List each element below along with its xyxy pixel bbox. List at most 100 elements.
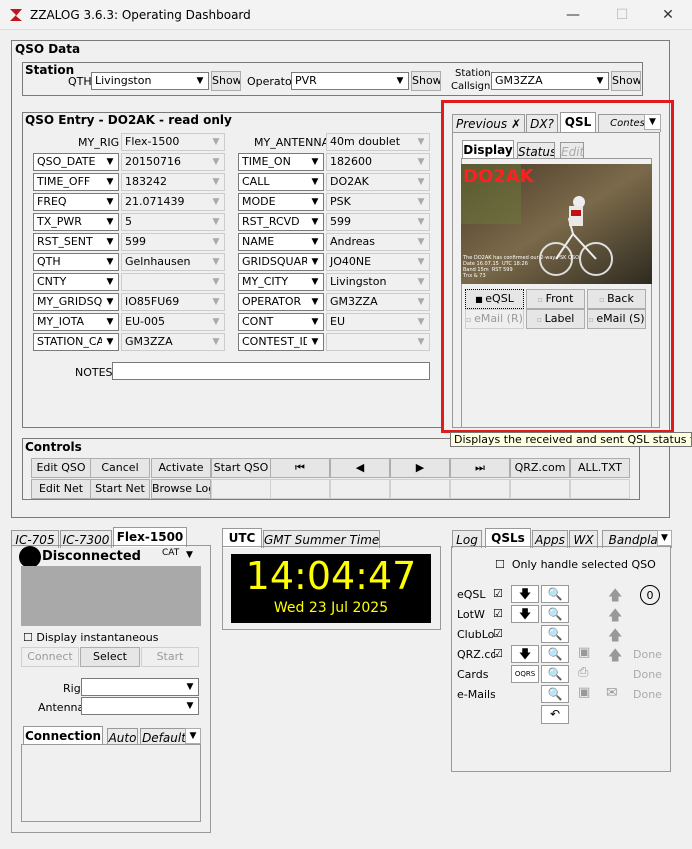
right-field-select[interactable]: MODE ▼ [238,193,324,211]
controls-row2-button-4[interactable] [270,479,330,499]
right-field-select[interactable]: CONTEST_ID ▼ [238,333,324,351]
left-field-select[interactable]: QTH ▼ [33,253,119,271]
left-field-value-box[interactable]: IO85FU69 ▼ [121,293,225,311]
callsign-select[interactable]: GM3ZZA ▼ [491,72,609,90]
save-icon[interactable]: ▣ [578,685,594,703]
subtab-display[interactable]: Display [462,140,514,160]
search-icon[interactable]: 🔍 [541,685,569,703]
left-field-select[interactable]: TX_PWR ▼ [33,213,119,231]
upload-icon[interactable]: 🡅 [608,625,622,644]
left-field-value-box[interactable]: 20150716 ▼ [121,153,225,171]
search-icon[interactable]: 🔍 [541,645,569,663]
left-field-value-box[interactable]: 183242 ▼ [121,173,225,191]
tab-utc[interactable]: UTC [222,528,262,548]
left-field-value-box[interactable]: 21.071439 ▼ [121,193,225,211]
select-button[interactable]: Select [80,647,140,667]
start-qso-button[interactable]: Start QSO [211,458,271,478]
tab-flex-1500[interactable]: Flex-1500 [113,527,187,547]
operator-show-button[interactable]: Show [411,71,441,91]
display-instantaneous-checkbox[interactable]: ☐ Display instantaneous [23,631,158,644]
right-field-value-box[interactable]: Andreas ▼ [326,233,430,251]
right-field-value-box[interactable]: GM3ZZA ▼ [326,293,430,311]
print-icon[interactable]: ⎙ [578,665,594,683]
mail-icon[interactable]: ✉ [606,685,624,703]
callsign-show-button[interactable]: Show [611,71,641,91]
conn-tab-scroll-chevron-down-icon[interactable]: ▼ [185,728,201,744]
qsl-source-checkbox[interactable]: ☑ [493,627,503,640]
left-field-value-box[interactable]: ▼ [121,273,225,291]
oqrs-button[interactable]: OQRS [511,665,539,683]
right-field-value-box[interactable]: Livingston ▼ [326,273,430,291]
controls-row2-button-1[interactable]: Start Net [90,479,150,499]
search-icon[interactable]: 🔍 [541,665,569,683]
my-antenna-select[interactable]: 40m doublet ▼ [326,133,430,151]
left-field-select[interactable]: TIME_OFF ▼ [33,173,119,191]
tab-previous[interactable]: Previous ✗ [452,114,525,132]
qrz-com-button[interactable]: QRZ.com [510,458,570,478]
qsl-view-button-email-s-[interactable]: ▫ eMail (S) [587,309,646,329]
undo-icon[interactable]: ↶ [541,705,569,724]
first-record-button[interactable]: ⏮ [270,458,330,478]
right-field-select[interactable]: GRIDSQUAR ▼ [238,253,324,271]
antenna-select[interactable]: ▼ [81,697,199,715]
right-field-select[interactable]: NAME ▼ [238,233,324,251]
next-record-button[interactable]: ▶ [390,458,450,478]
last-record-button[interactable]: ⏭ [450,458,510,478]
save-icon[interactable]: ▣ [578,645,594,663]
qth-show-button[interactable]: Show [211,71,241,91]
qsl-source-checkbox[interactable]: ☑ [493,607,503,620]
controls-row2-button-3[interactable] [211,479,271,499]
left-field-select[interactable]: MY_GRIDSQ ▼ [33,293,119,311]
right-field-value-box[interactable]: PSK ▼ [326,193,430,211]
download-icon[interactable]: 🡇 [511,585,539,603]
qsl-view-button-email-r-[interactable]: ▫ eMail (R) [465,309,524,329]
left-field-select[interactable]: FREQ ▼ [33,193,119,211]
connect-button[interactable]: Connect [21,647,79,667]
cancel-button[interactable]: Cancel [90,458,150,478]
search-icon[interactable]: 🔍 [541,625,569,643]
qsl-view-button-eqsl[interactable]: ■ eQSL [465,289,524,309]
my-rig-select[interactable]: Flex-1500 ▼ [121,133,225,151]
right-field-select[interactable]: RST_RCVD ▼ [238,213,324,231]
qsl-source-checkbox[interactable]: ☑ [493,587,503,600]
left-field-value-box[interactable]: Gelnhausen ▼ [121,253,225,271]
cat-chevron-down-icon[interactable]: ▼ [186,550,193,560]
upload-icon[interactable]: 🡅 [608,605,622,624]
right-field-value-box[interactable]: JO40NE ▼ [326,253,430,271]
right-field-value-box[interactable]: DO2AK ▼ [326,173,430,191]
right-field-select[interactable]: TIME_ON ▼ [238,153,324,171]
left-field-value-box[interactable]: 5 ▼ [121,213,225,231]
left-field-value-box[interactable]: GM3ZZA ▼ [121,333,225,351]
right-field-value-box[interactable]: 599 ▼ [326,213,430,231]
right-field-value-box[interactable]: ▼ [326,333,430,351]
tab-scroll-chevron-down-icon[interactable]: ▼ [657,530,672,546]
left-field-select[interactable]: QSO_DATE ▼ [33,153,119,171]
controls-row2-button-6[interactable] [390,479,450,499]
left-field-value-box[interactable]: EU-005 ▼ [121,313,225,331]
tab-scroll-chevron-down-icon[interactable]: ▼ [644,114,661,130]
only-selected-checkbox[interactable]: ☐ Only handle selected QSO [495,558,656,571]
start-button[interactable]: Start [141,647,199,667]
edit-qso-button[interactable]: Edit QSO [31,458,91,478]
upload-icon[interactable]: 🡅 [608,585,622,604]
qsl-source-checkbox[interactable]: ☑ [493,647,503,660]
left-field-value-box[interactable]: 599 ▼ [121,233,225,251]
left-field-select[interactable]: RST_SENT ▼ [33,233,119,251]
maximize-button[interactable]: ☐ [609,5,635,25]
rig-select[interactable]: ▼ [81,678,199,696]
controls-row2-button-2[interactable]: Browse Log [151,479,211,499]
qsl-view-button-label[interactable]: ▫ Label [526,309,585,329]
right-field-select[interactable]: CONT ▼ [238,313,324,331]
controls-row2-button-0[interactable]: Edit Net [31,479,91,499]
qth-select[interactable]: Livingston ▼ [91,72,209,90]
tab-qsls[interactable]: QSLs [485,528,531,548]
right-field-select[interactable]: OPERATOR ▼ [238,293,324,311]
qsl-view-button-front[interactable]: ▫ Front [526,289,585,309]
right-field-value-box[interactable]: 182600 ▼ [326,153,430,171]
left-field-select[interactable]: STATION_CA ▼ [33,333,119,351]
notes-field[interactable] [112,362,430,380]
operator-select[interactable]: PVR ▼ [291,72,409,90]
left-field-select[interactable]: CNTY ▼ [33,273,119,291]
all-txt-button[interactable]: ALL.TXT [570,458,630,478]
controls-row2-button-7[interactable] [450,479,510,499]
